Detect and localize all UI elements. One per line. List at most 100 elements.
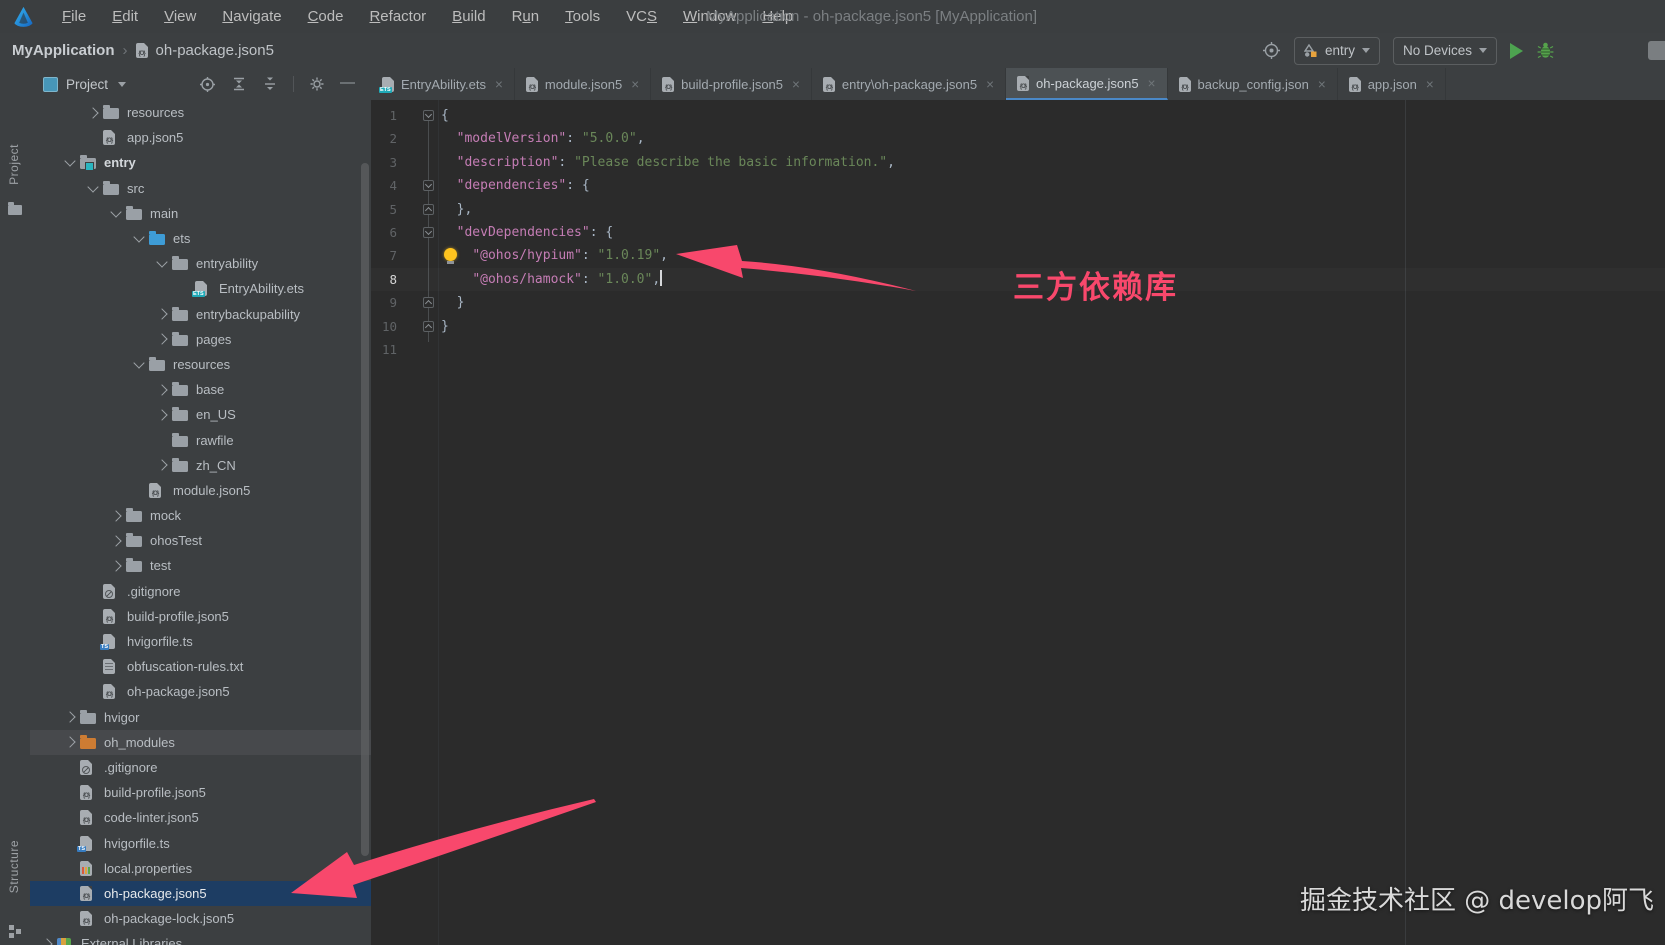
fold-slot[interactable] — [397, 315, 441, 338]
tree-expand-slot[interactable] — [151, 256, 172, 268]
tree-row--gitignore[interactable]: .gitignore — [30, 755, 371, 780]
tree-expand-slot[interactable] — [128, 357, 149, 369]
fold-region-end-icon[interactable] — [423, 297, 434, 309]
line-number[interactable]: 6 — [371, 221, 397, 244]
code-line[interactable]: 11 — [371, 338, 1665, 361]
tree-row-hvigorfile-ts[interactable]: hvigorfile.ts — [30, 629, 371, 654]
chevron-down-icon[interactable] — [118, 81, 127, 87]
tree-row-oh-package-lock-json5[interactable]: oh-package-lock.json5 — [30, 906, 371, 931]
editor-tab-build-profile-json5[interactable]: build-profile.json5 × — [651, 68, 812, 100]
code-line[interactable]: 2 "modelVersion": "5.0.0", — [371, 127, 1665, 150]
stripe-project-button[interactable]: Project — [7, 144, 21, 185]
menu-item-file[interactable]: File — [49, 0, 99, 33]
fold-region-open-icon[interactable] — [423, 226, 434, 238]
code-line[interactable]: 5 }, — [371, 198, 1665, 221]
collapse-all-icon[interactable] — [262, 76, 278, 92]
line-number[interactable]: 1 — [371, 104, 397, 127]
tree-row-entryability[interactable]: entryability — [30, 251, 371, 276]
tree-row-resources[interactable]: resources — [30, 100, 371, 125]
tree-expand-slot[interactable] — [151, 308, 172, 320]
tree-row-pages[interactable]: pages — [30, 327, 371, 352]
menu-item-vcs[interactable]: VCS — [613, 0, 670, 33]
tree-row-en-us[interactable]: en_US — [30, 402, 371, 427]
line-number[interactable]: 3 — [371, 151, 397, 174]
menu-item-run[interactable]: Run — [499, 0, 553, 33]
menu-item-edit[interactable]: Edit — [99, 0, 151, 33]
menu-item-code[interactable]: Code — [295, 0, 357, 33]
tree-expand-slot[interactable] — [105, 560, 126, 572]
tree-expand-slot[interactable] — [59, 155, 80, 168]
stripe-structure-button[interactable]: Structure — [7, 840, 21, 893]
code-line[interactable]: 6 "devDependencies": { — [371, 221, 1665, 244]
tree-row-src[interactable]: src — [30, 176, 371, 201]
tree-expand-slot[interactable] — [105, 206, 126, 218]
tree-row-entryability-ets[interactable]: EntryAbility.ets — [30, 276, 371, 301]
tree-row-hvigorfile-ts[interactable]: hvigorfile.ts — [30, 830, 371, 855]
device-selector[interactable]: No Devices — [1393, 36, 1498, 65]
tree-row-hvigor[interactable]: hvigor — [30, 705, 371, 730]
code-line[interactable]: 4 "dependencies": { — [371, 174, 1665, 197]
editor-tab-oh-package-json5[interactable]: oh-package.json5 × — [1005, 68, 1168, 100]
editor-tab-entry-oh-package-json5[interactable]: entry\oh-package.json5 × — [812, 68, 1006, 100]
editor-tab-entryability-ets[interactable]: EntryAbility.ets × — [371, 68, 515, 100]
tree-expand-slot[interactable] — [105, 509, 126, 522]
tree-row-build-profile-json5[interactable]: build-profile.json5 — [30, 604, 371, 629]
close-tab-icon[interactable]: × — [1318, 77, 1326, 92]
tree-expand-slot[interactable] — [151, 409, 172, 421]
tree-expand-slot[interactable] — [59, 711, 80, 723]
line-number[interactable]: 5 — [371, 198, 397, 221]
fold-slot[interactable] — [397, 198, 441, 221]
line-number[interactable]: 2 — [371, 127, 397, 150]
fold-slot[interactable] — [397, 174, 441, 197]
line-number[interactable]: 10 — [371, 315, 397, 338]
fold-region-end-icon[interactable] — [423, 320, 434, 332]
close-tab-icon[interactable]: × — [986, 77, 994, 92]
fold-region-end-icon[interactable] — [423, 203, 434, 215]
editor-tab-app-json[interactable]: app.json × — [1338, 68, 1446, 100]
locate-target-icon[interactable] — [1262, 41, 1281, 60]
tree-expand-slot[interactable] — [151, 459, 172, 471]
tree-row-resources[interactable]: resources — [30, 352, 371, 377]
tree-row-external-libraries[interactable]: External Libraries — [30, 931, 371, 945]
fold-region-open-icon[interactable] — [423, 180, 434, 192]
tree-row-mock[interactable]: mock — [30, 503, 371, 528]
editor-tab-backup-config-json[interactable]: backup_config.json × — [1168, 68, 1338, 100]
fold-slot[interactable] — [397, 221, 441, 244]
tree-row-obfuscation-rules-txt[interactable]: obfuscation-rules.txt — [30, 654, 371, 679]
debug-button[interactable] — [1536, 41, 1555, 60]
close-tab-icon[interactable]: × — [495, 77, 503, 92]
profiler-icon[interactable] — [1648, 41, 1665, 60]
close-tab-icon[interactable]: × — [792, 77, 800, 92]
tree-row-rawfile[interactable]: rawfile — [30, 427, 371, 452]
expand-all-icon[interactable] — [231, 76, 247, 92]
menu-item-refactor[interactable]: Refactor — [356, 0, 439, 33]
code-line[interactable]: 3 "description": "Please describe the ba… — [371, 151, 1665, 174]
breadcrumb-project[interactable]: MyApplication — [12, 42, 115, 59]
tree-row-oh-modules[interactable]: oh_modules — [30, 729, 371, 755]
tree-expand-slot[interactable] — [151, 383, 172, 396]
line-number[interactable]: 9 — [371, 291, 397, 314]
tree-expand-slot[interactable] — [82, 180, 103, 193]
tree-row-module-json5[interactable]: module.json5 — [30, 478, 371, 503]
hide-panel-icon[interactable]: — — [340, 74, 355, 91]
run-button[interactable] — [1510, 42, 1524, 59]
tree-row-code-linter-json5[interactable]: code-linter.json5 — [30, 805, 371, 830]
line-number[interactable]: 7 — [371, 244, 397, 267]
tree-expand-slot[interactable] — [105, 535, 126, 547]
menu-item-view[interactable]: View — [151, 0, 209, 33]
tree-row-oh-package-json5[interactable]: oh-package.json5 — [30, 679, 371, 704]
tree-row-entry[interactable]: entry — [30, 150, 371, 175]
select-opened-file-icon[interactable] — [199, 76, 216, 93]
close-tab-icon[interactable]: × — [631, 77, 639, 92]
code-line[interactable]: 1{ — [371, 104, 1665, 127]
close-tab-icon[interactable]: × — [1426, 77, 1434, 92]
fold-slot[interactable] — [397, 291, 441, 314]
menu-item-tools[interactable]: Tools — [552, 0, 613, 33]
project-panel-title[interactable]: Project — [66, 77, 108, 92]
tree-expand-slot[interactable] — [128, 231, 149, 243]
tree-expand-slot[interactable] — [82, 106, 103, 119]
fold-slot[interactable] — [397, 104, 441, 127]
menu-item-navigate[interactable]: Navigate — [209, 0, 294, 33]
tree-row-main[interactable]: main — [30, 201, 371, 226]
menu-item-build[interactable]: Build — [439, 0, 498, 33]
